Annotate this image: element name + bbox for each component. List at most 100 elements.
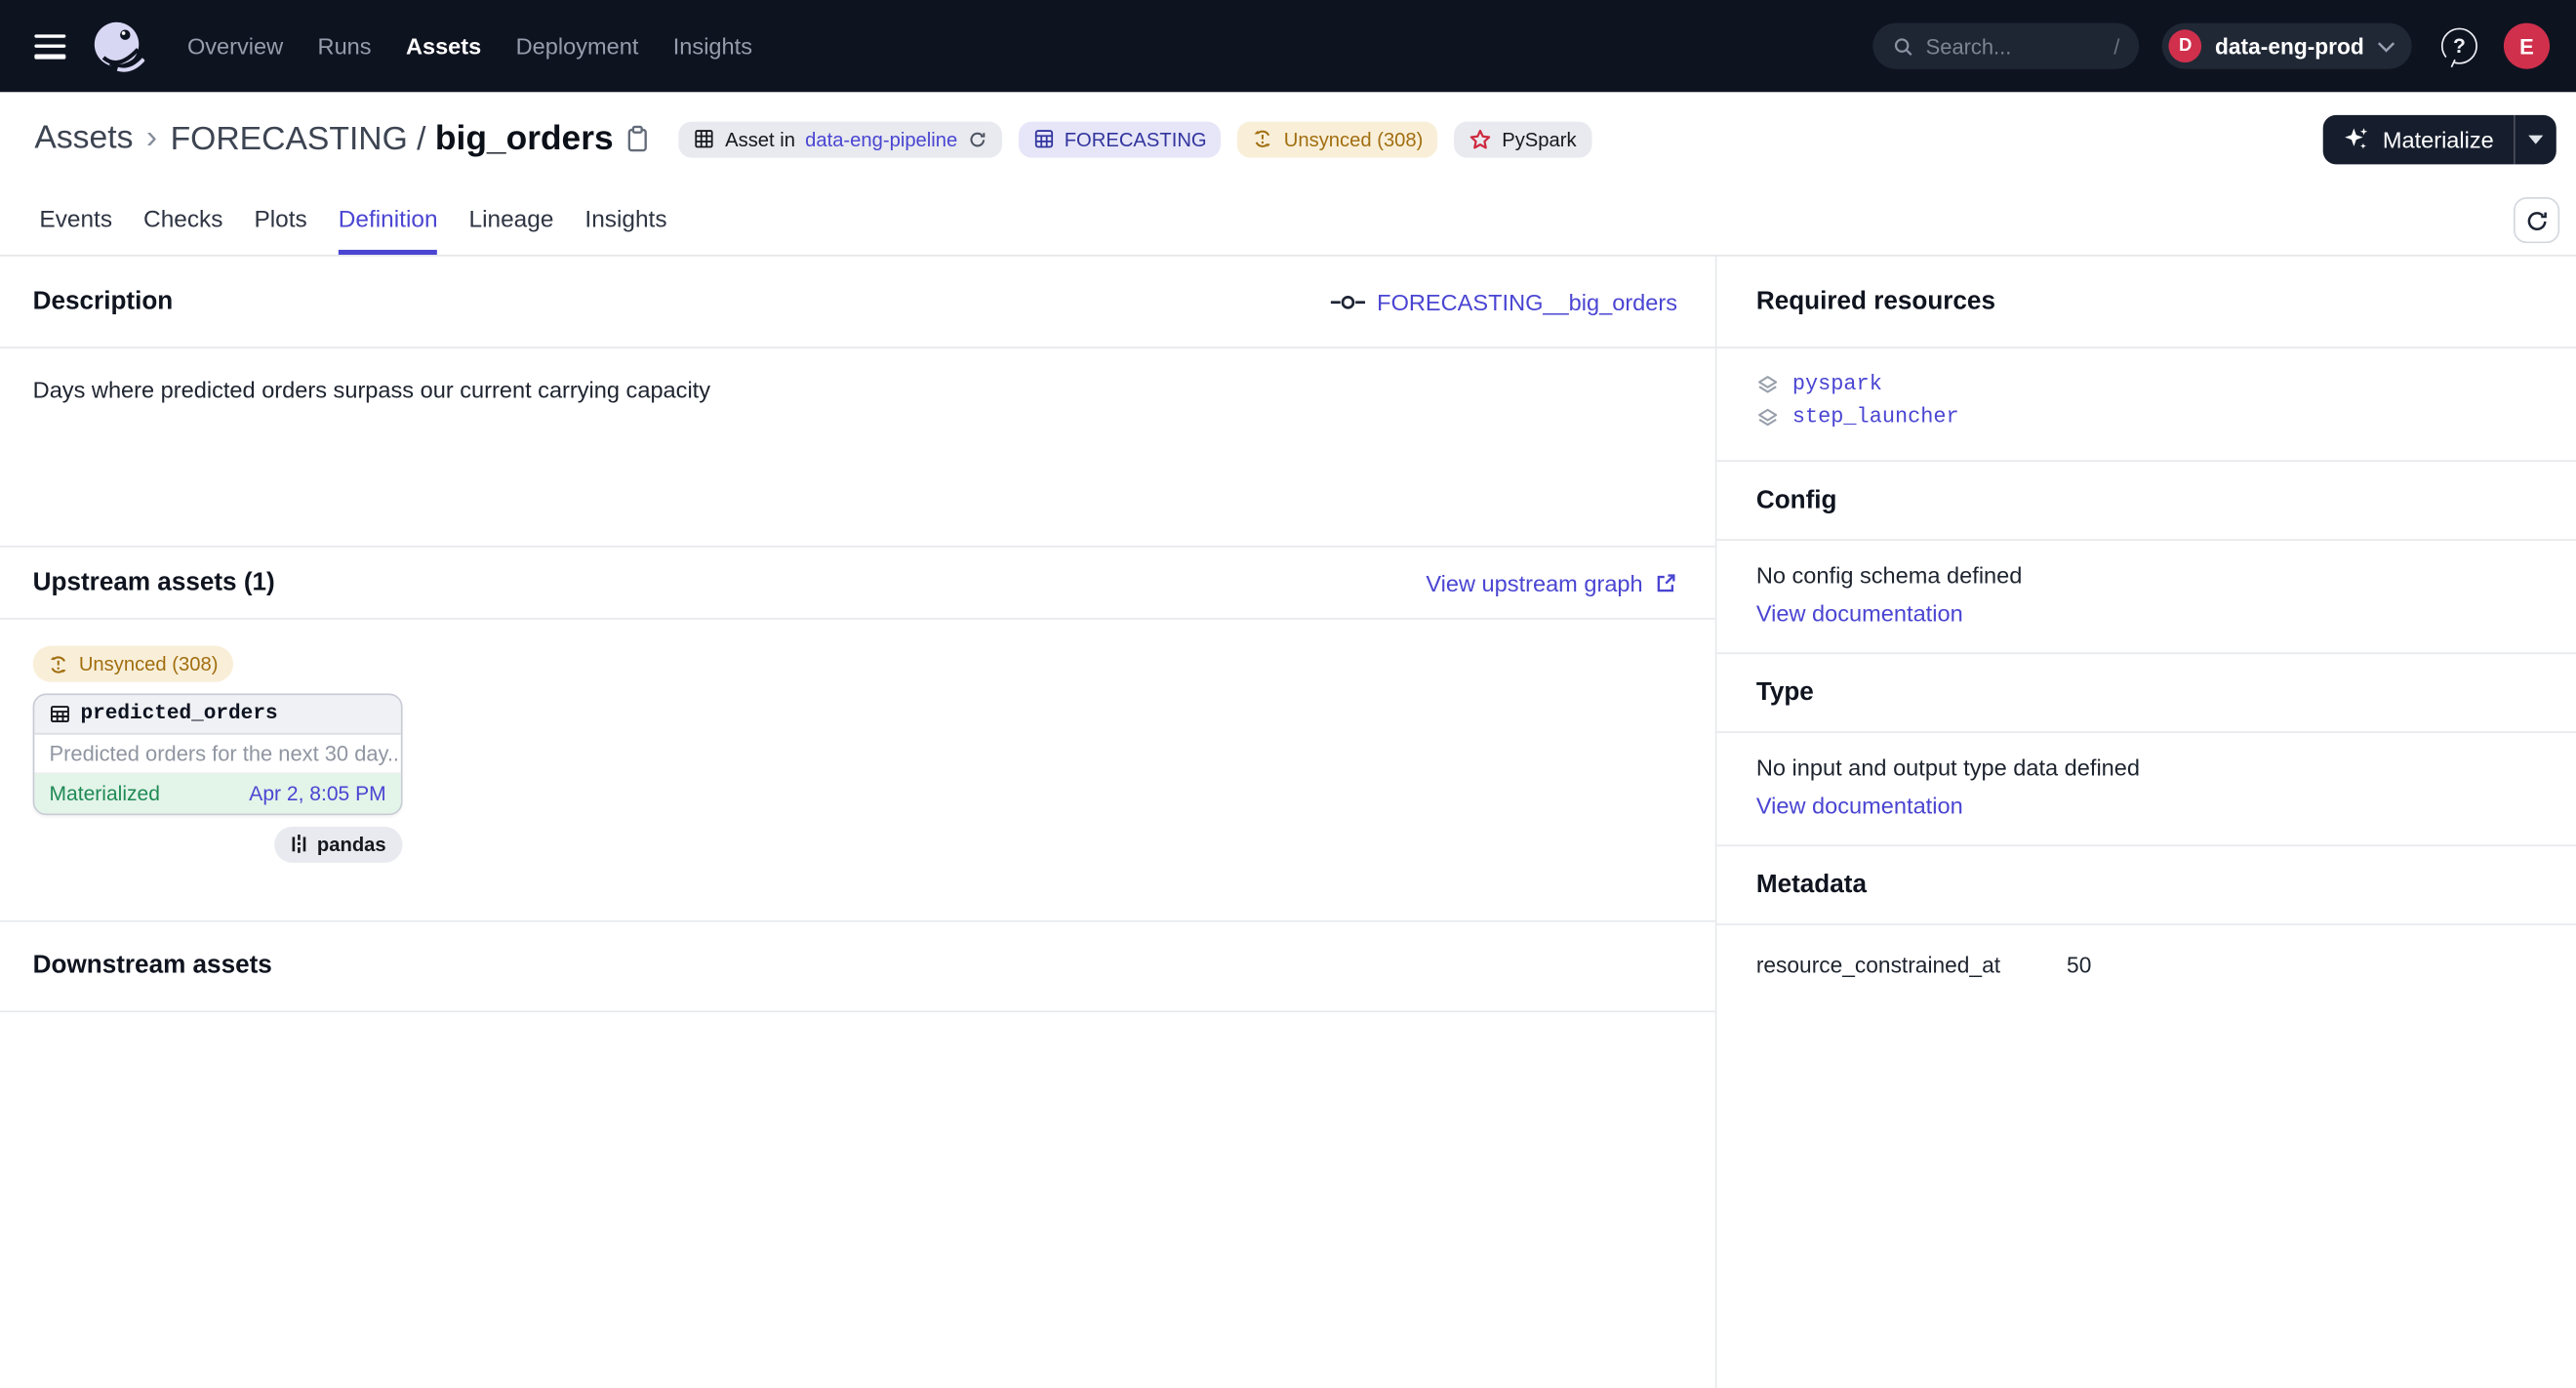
view-upstream-graph-label: View upstream graph [1426, 569, 1642, 595]
upstream-title: Upstream assets (1) [33, 568, 275, 597]
type-empty-message: No input and output type data defined [1756, 755, 2537, 781]
asset-card-status-row: Materialized Apr 2, 8:05 PM [34, 773, 400, 812]
asset-card-description: Predicted orders for the next 30 day... [34, 734, 400, 773]
layers-icon [1756, 407, 1780, 427]
definition-content: Description FORECASTING__big_orders Days… [0, 257, 2576, 1388]
tag-sync-status[interactable]: Unsynced (308) [1238, 121, 1438, 157]
upstream-asset-card[interactable]: predicted_orders Predicted orders for th… [33, 693, 403, 815]
breadcrumb-divider: / [417, 121, 425, 157]
tab-events[interactable]: Events [39, 185, 112, 255]
downstream-section-header: Downstream assets [0, 922, 1715, 1013]
refresh-small-icon[interactable] [967, 129, 986, 148]
top-nav: Overview Runs Assets Deployment Insights… [0, 0, 2576, 92]
refresh-button[interactable] [2514, 197, 2559, 243]
tab-lineage[interactable]: Lineage [469, 185, 554, 255]
tag-sync-label: Unsynced (308) [1284, 127, 1424, 150]
resource-link-step-launcher[interactable]: step_launcher [1792, 404, 1959, 429]
table-grid-icon [694, 128, 715, 149]
deployment-switcher[interactable]: D data-eng-prod [2162, 23, 2411, 69]
deployment-badge: D [2169, 29, 2202, 62]
chevron-down-icon [2377, 40, 2395, 52]
external-link-icon [1654, 571, 1677, 594]
metadata-value: 50 [2067, 954, 2091, 978]
layers-icon [1756, 374, 1780, 393]
status-badge: Materialized [50, 782, 160, 805]
config-empty-message: No config schema defined [1756, 562, 2537, 589]
config-section-header: Config [1716, 462, 2576, 541]
resource-row-pyspark: pyspark [1756, 372, 2537, 396]
asset-key-path: FORECASTING / big_orders [171, 119, 614, 158]
breadcrumb-group-link[interactable]: FORECASTING [171, 121, 408, 157]
spark-star-icon [1469, 127, 1493, 150]
group-grid-icon [1033, 128, 1055, 149]
nav-item-overview[interactable]: Overview [187, 33, 283, 60]
job-link-label: FORECASTING__big_orders [1377, 288, 1677, 314]
asset-card-name: predicted_orders [80, 702, 277, 725]
nav-item-insights[interactable]: Insights [673, 33, 752, 60]
dagster-logo-icon[interactable] [92, 20, 144, 72]
asset-card-kind-row: pandas [33, 826, 403, 862]
breadcrumb-assets-link[interactable]: Assets [34, 120, 133, 158]
search-shortcut-hint: / [2113, 34, 2119, 59]
user-avatar[interactable]: E [2504, 23, 2550, 69]
resource-link-pyspark[interactable]: pyspark [1792, 372, 1882, 396]
metadata-section-header: Metadata [1716, 846, 2576, 925]
asset-header: Assets › FORECASTING / big_orders As [0, 92, 2576, 185]
resources-section-header: Required resources [1716, 257, 2576, 348]
materialize-button[interactable]: Materialize [2323, 114, 2514, 164]
description-section-header: Description FORECASTING__big_orders [0, 257, 1715, 348]
unsynced-badge[interactable]: Unsynced (308) [33, 646, 233, 682]
materialize-split-button: Materialize [2323, 114, 2556, 164]
search-input-container[interactable]: / [1873, 23, 2140, 69]
type-title: Type [1756, 678, 1814, 708]
copy-asset-key-icon[interactable] [624, 125, 651, 153]
view-upstream-graph-link[interactable]: View upstream graph [1426, 569, 1677, 595]
hamburger-menu-icon[interactable] [34, 34, 65, 59]
asset-tags: Asset in data-eng-pipeline FORECASTING [679, 121, 1591, 157]
type-doc-link[interactable]: View documentation [1756, 793, 1963, 819]
metadata-key: resource_constrained_at [1756, 954, 2067, 978]
pandas-icon [291, 834, 309, 855]
metadata-title: Metadata [1756, 871, 1867, 900]
downstream-title: Downstream assets [33, 952, 272, 981]
kind-tag-pandas[interactable]: pandas [274, 826, 402, 862]
description-text: Days where predicted orders surpass our … [0, 348, 1715, 548]
help-icon[interactable]: ? [2441, 28, 2477, 64]
tag-compute-kind[interactable]: PySpark [1454, 121, 1590, 157]
nav-item-deployment[interactable]: Deployment [516, 33, 639, 60]
unsynced-badge-label: Unsynced (308) [79, 652, 219, 675]
asset-tabs: Events Checks Plots Definition Lineage I… [0, 185, 2576, 256]
type-section-header: Type [1716, 654, 2576, 733]
materialize-dropdown-button[interactable] [2514, 114, 2556, 164]
deployment-name: data-eng-prod [2215, 34, 2364, 59]
breadcrumb: Assets › FORECASTING / big_orders [34, 119, 613, 158]
tag-asset-in-prefix: Asset in [725, 127, 795, 150]
materialization-timestamp[interactable]: Apr 2, 8:05 PM [249, 782, 385, 805]
page-title: big_orders [435, 119, 614, 157]
table-grid-icon [50, 703, 71, 724]
search-icon [1893, 35, 1914, 57]
main-column: Description FORECASTING__big_orders Days… [0, 257, 1716, 1388]
job-link[interactable]: FORECASTING__big_orders [1331, 288, 1677, 314]
tab-plots[interactable]: Plots [254, 185, 306, 255]
sync-alert-icon [1253, 128, 1274, 149]
config-doc-link[interactable]: View documentation [1756, 600, 1963, 627]
tag-asset-group[interactable]: FORECASTING [1019, 121, 1222, 157]
definition-sidebar: Required resources pyspark [1716, 257, 2576, 1388]
kind-tag-label: pandas [317, 833, 386, 856]
tab-insights[interactable]: Insights [584, 185, 666, 255]
nav-item-assets[interactable]: Assets [406, 33, 481, 60]
pipeline-link[interactable]: data-eng-pipeline [805, 127, 957, 150]
breadcrumb-separator: › [146, 120, 157, 158]
upstream-section-header: Upstream assets (1) View upstream graph [0, 548, 1715, 620]
tab-checks[interactable]: Checks [143, 185, 222, 255]
asset-card-header: predicted_orders [34, 694, 400, 733]
resources-list: pyspark step_launcher [1716, 348, 2576, 462]
nav-item-runs[interactable]: Runs [318, 33, 372, 60]
primary-nav: Overview Runs Assets Deployment Insights [187, 33, 752, 60]
sparkle-icon [2343, 125, 2371, 153]
type-body: No input and output type data defined Vi… [1716, 733, 2576, 846]
tab-definition[interactable]: Definition [339, 185, 438, 255]
tag-asset-in-job[interactable]: Asset in data-eng-pipeline [679, 121, 1002, 157]
search-input[interactable] [1926, 34, 2103, 59]
